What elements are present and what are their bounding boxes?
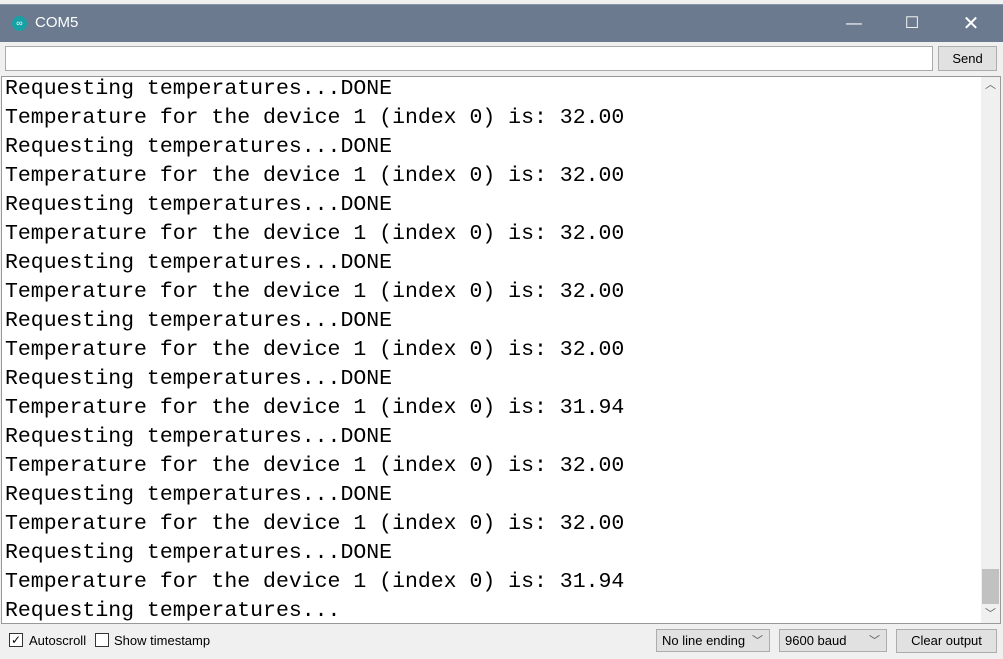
chevron-down-icon: ﹀ xyxy=(752,635,763,647)
baud-select[interactable]: 9600 baud ﹀ xyxy=(779,629,887,652)
timestamp-checkbox[interactable] xyxy=(95,633,109,647)
output-line: Requesting temperatures...DONE xyxy=(5,541,393,565)
arduino-logo-icon: ∞ xyxy=(12,16,27,31)
output-line: Temperature for the device 1 (index 0) i… xyxy=(5,396,625,420)
output-line: Requesting temperatures...DONE xyxy=(5,251,393,275)
autoscroll-checkbox[interactable]: ✓ xyxy=(9,633,23,647)
output-line: Requesting temperatures...DONE xyxy=(5,77,393,101)
scrollbar[interactable]: ︿ ﹀ xyxy=(981,77,1000,623)
maximize-icon[interactable]: ☐ xyxy=(889,5,935,43)
scrollbar-thumb[interactable] xyxy=(982,569,999,604)
serial-input[interactable] xyxy=(5,46,933,71)
clear-output-button[interactable]: Clear output xyxy=(896,629,997,653)
footer-bar: ✓ Autoscroll Show timestamp No line endi… xyxy=(0,624,1003,659)
output-line: Requesting temperatures...DONE xyxy=(5,367,393,391)
baud-value: 9600 baud xyxy=(785,633,847,648)
minimize-icon[interactable]: — xyxy=(831,5,877,43)
chevron-down-icon: ﹀ xyxy=(869,635,880,647)
title-bar: ∞ COM5 — ☐ ✕ xyxy=(0,4,1003,42)
output-line: Requesting temperatures... xyxy=(5,599,341,623)
scroll-down-icon[interactable]: ﹀ xyxy=(981,606,1000,623)
output-line: Temperature for the device 1 (index 0) i… xyxy=(5,512,625,536)
window-title: COM5 xyxy=(35,14,79,31)
line-ending-value: No line ending xyxy=(662,633,746,648)
output-line: Temperature for the device 1 (index 0) i… xyxy=(5,280,625,304)
output-line: Requesting temperatures...DONE xyxy=(5,193,393,217)
output-line: Temperature for the device 1 (index 0) i… xyxy=(5,222,625,246)
send-row: Send xyxy=(0,42,1003,76)
autoscroll-label: Autoscroll xyxy=(29,633,87,648)
line-ending-select[interactable]: No line ending ﹀ xyxy=(656,629,770,652)
output-line: Temperature for the device 1 (index 0) i… xyxy=(5,106,625,130)
output-line: Requesting temperatures...DONE xyxy=(5,135,393,159)
output-line: Temperature for the device 1 (index 0) i… xyxy=(5,338,625,362)
timestamp-label: Show timestamp xyxy=(114,633,211,648)
output-line: Requesting temperatures...DONE xyxy=(5,309,393,333)
send-button[interactable]: Send xyxy=(938,46,997,71)
output-line: Requesting temperatures...DONE xyxy=(5,425,393,449)
output-line: Requesting temperatures...DONE xyxy=(5,483,393,507)
output-line: Temperature for the device 1 (index 0) i… xyxy=(5,570,625,594)
serial-output: Requesting temperatures... Temperature fo… xyxy=(1,76,1001,624)
scroll-up-icon[interactable]: ︿ xyxy=(981,77,1000,94)
output-line: Temperature for the device 1 (index 0) i… xyxy=(5,454,625,478)
close-icon[interactable]: ✕ xyxy=(948,5,994,43)
output-line: Temperature for the device 1 (index 0) i… xyxy=(5,164,625,188)
